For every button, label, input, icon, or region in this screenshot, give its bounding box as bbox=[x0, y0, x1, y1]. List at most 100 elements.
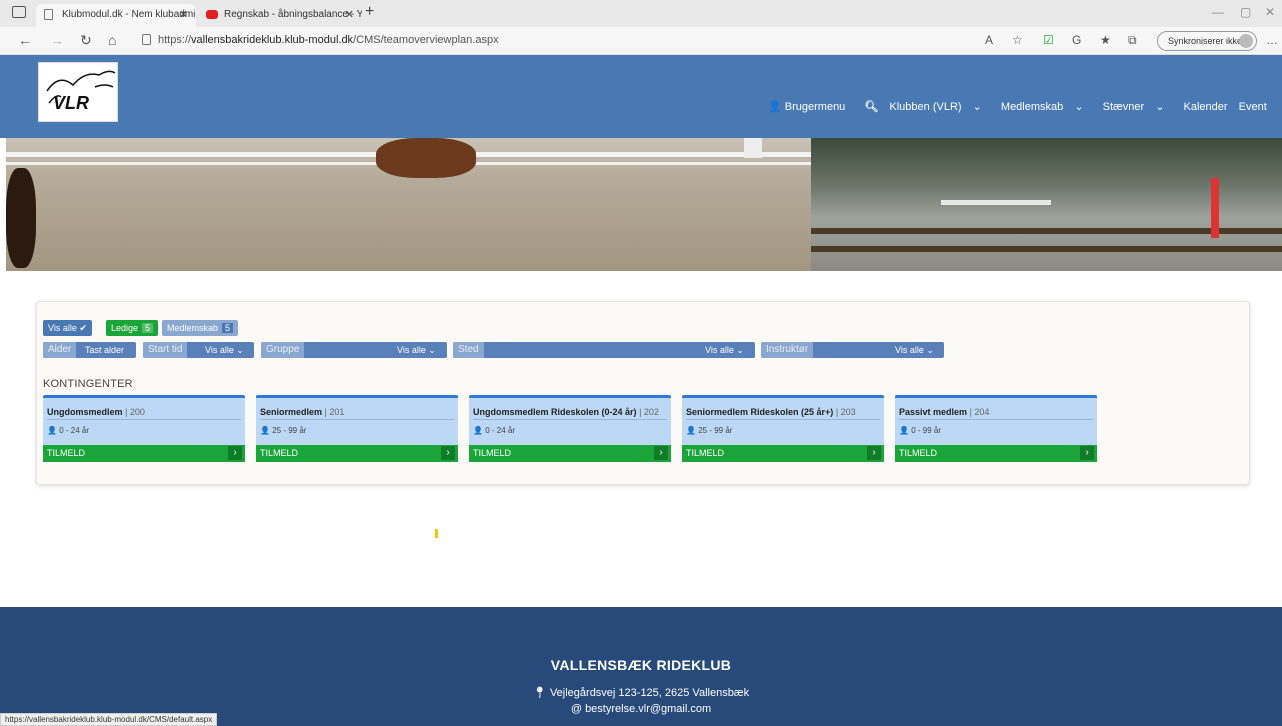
club-logo[interactable]: VLR bbox=[38, 62, 118, 122]
youtube-icon bbox=[206, 10, 218, 19]
start-tid-filter[interactable]: Start tid Vis alle ⌄ bbox=[143, 342, 254, 358]
card-title: Ungdomsmedlem bbox=[47, 407, 123, 417]
person-icon: 👤 bbox=[260, 426, 270, 435]
page-icon bbox=[44, 9, 53, 20]
chevron-down-icon: ⌄ bbox=[236, 345, 244, 355]
person-icon: 👤 bbox=[47, 426, 57, 435]
card-title: Ungdomsmedlem Rideskolen (0-24 år) bbox=[473, 407, 637, 417]
sync-button[interactable]: Synkroniserer ikke bbox=[1157, 31, 1257, 51]
ledige-button[interactable]: Ledige 5 bbox=[106, 320, 159, 336]
nav-kalender[interactable]: Kalender bbox=[1184, 101, 1228, 113]
tilmeld-button[interactable]: TILMELD › bbox=[469, 445, 671, 462]
jump-pole bbox=[941, 200, 1051, 205]
chevron-right-icon: › bbox=[867, 446, 881, 460]
tilmeld-button[interactable]: TILMELD › bbox=[43, 445, 245, 462]
refresh-icon[interactable]: ↻ bbox=[80, 32, 92, 49]
text-cursor bbox=[435, 529, 438, 538]
chevron-down-icon: ⌄ bbox=[972, 101, 982, 113]
person-icon: 👤 bbox=[473, 426, 483, 435]
medlemskab-button[interactable]: Medlemskab 5 bbox=[162, 320, 239, 336]
card-title: Seniormedlem Rideskolen (25 år+) bbox=[686, 407, 834, 417]
chevron-right-icon: › bbox=[441, 446, 455, 460]
person-icon: 👤 bbox=[686, 426, 696, 435]
new-tab-icon[interactable]: + bbox=[365, 3, 374, 21]
forward-icon[interactable]: → bbox=[50, 32, 64, 48]
tab-bar: Klubmodul.dk - Nem klubadmin ✕ Regnskab … bbox=[0, 0, 1282, 27]
search-icon[interactable]: 🔍︎ bbox=[864, 101, 878, 113]
nav-klubben[interactable]: Klubben (VLR) ⌄ bbox=[889, 101, 989, 113]
collections-icon[interactable]: ⧉ bbox=[1128, 33, 1137, 48]
tilmeld-button[interactable]: TILMELD › bbox=[256, 445, 458, 462]
hero-image-jumping bbox=[811, 138, 1282, 271]
close-icon[interactable]: ✕ bbox=[179, 8, 188, 21]
chevron-down-icon: ⌄ bbox=[926, 345, 934, 355]
tab-actions-icon[interactable] bbox=[12, 6, 26, 18]
tilmeld-button[interactable]: TILMELD › bbox=[682, 445, 884, 462]
tilmeld-button[interactable]: TILMELD › bbox=[895, 445, 1097, 462]
location-pin-icon: 📍︎ bbox=[532, 687, 547, 699]
browser-chrome: Klubmodul.dk - Nem klubadmin ✕ Regnskab … bbox=[0, 0, 1282, 55]
extension-icon[interactable]: G bbox=[1072, 33, 1081, 47]
count-badge: 5 bbox=[222, 323, 234, 333]
restore-icon[interactable]: ▢ bbox=[1240, 5, 1251, 19]
alder-input[interactable]: Tast alder bbox=[85, 345, 124, 355]
tab-klubmodul[interactable]: Klubmodul.dk - Nem klubadmin ✕ bbox=[36, 4, 196, 27]
chevron-right-icon: › bbox=[1080, 446, 1094, 460]
site-header bbox=[0, 55, 1282, 138]
status-bar-url: https://vallensbakrideklub.klub-modul.dk… bbox=[0, 713, 218, 726]
chevron-down-icon: ⌄ bbox=[1074, 101, 1084, 113]
browser-toolbar: ← → ↻ ⌂ https://vallensbakrideklub.klub-… bbox=[0, 27, 1282, 55]
nav-brugermenu[interactable]: 👤 Brugermenu bbox=[768, 101, 853, 113]
card-title: Seniormedlem bbox=[260, 407, 323, 417]
nav-event[interactable]: Event bbox=[1239, 101, 1267, 113]
chevron-down-icon: ⌄ bbox=[736, 345, 744, 355]
main-navigation: 👤 Brugermenu 🔍︎ Klubben (VLR) ⌄ Medlemsk… bbox=[768, 100, 1275, 113]
read-aloud-icon[interactable]: A bbox=[985, 33, 993, 47]
membership-card: Ungdomsmedlem Rideskolen (0-24 år) | 202… bbox=[469, 395, 671, 462]
tab-regnskab[interactable]: Regnskab - åbningsbalance - Yo ✕ bbox=[198, 4, 362, 27]
letter-marker bbox=[744, 138, 762, 158]
close-window-icon[interactable]: ✕ bbox=[1265, 5, 1275, 19]
wooden-fence bbox=[811, 246, 1282, 252]
club-email[interactable]: bestyrelse.vlr@gmail.com bbox=[585, 703, 711, 715]
horse-body bbox=[376, 138, 476, 178]
address-bar[interactable]: https://vallensbakrideklub.klub-modul.dk… bbox=[140, 30, 960, 52]
instruktor-filter[interactable]: Instruktør Vis alle ⌄ bbox=[761, 342, 944, 358]
chevron-right-icon: › bbox=[228, 446, 242, 460]
jump-stand bbox=[1211, 178, 1219, 238]
tab-title: Regnskab - åbningsbalance - Yo bbox=[224, 9, 362, 20]
club-name: VALLENSBÆK RIDEKLUB bbox=[550, 657, 732, 673]
logo-text: VLR bbox=[53, 93, 89, 113]
section-title: KONTINGENTER bbox=[43, 378, 133, 390]
gruppe-filter[interactable]: Gruppe Vis alle ⌄ bbox=[261, 342, 447, 358]
hero-image-arena bbox=[6, 138, 811, 271]
back-icon[interactable]: ← bbox=[18, 32, 32, 48]
extension-check-icon[interactable]: ☑ bbox=[1043, 33, 1054, 47]
home-icon[interactable]: ⌂ bbox=[108, 32, 116, 48]
vis-alle-button[interactable]: Vis alle ✔ bbox=[43, 320, 92, 336]
minimize-icon[interactable]: — bbox=[1212, 5, 1224, 19]
person-icon: 👤 bbox=[899, 426, 909, 435]
chevron-down-icon: ⌄ bbox=[428, 345, 436, 355]
card-title: Passivt medlem bbox=[899, 407, 968, 417]
chevron-right-icon: › bbox=[654, 446, 668, 460]
favorite-star-icon[interactable]: ☆ bbox=[1012, 33, 1023, 47]
nav-staevner[interactable]: Stævner ⌄ bbox=[1103, 101, 1173, 113]
lock-icon bbox=[142, 34, 151, 45]
alder-filter[interactable]: Alder Tast alder bbox=[43, 342, 136, 358]
tab-title: Klubmodul.dk - Nem klubadmin bbox=[62, 9, 196, 20]
close-icon[interactable]: ✕ bbox=[345, 8, 354, 21]
club-address: Vejlegårdsvej 123-125, 2625 Vallensbæk bbox=[549, 687, 750, 699]
more-icon[interactable]: … bbox=[1266, 33, 1278, 47]
membership-card: Seniormedlem | 201 👤 25 - 99 år TILMELD › bbox=[256, 395, 458, 462]
favorites-icon[interactable]: ★ bbox=[1100, 33, 1111, 47]
nav-medlemskab[interactable]: Medlemskab ⌄ bbox=[1001, 101, 1092, 113]
horse-head bbox=[6, 168, 36, 268]
site-footer: VALLENSBÆK RIDEKLUB 📍︎ Vejlegårdsvej 123… bbox=[0, 607, 1282, 726]
count-badge: 5 bbox=[142, 323, 154, 333]
membership-card: Ungdomsmedlem | 200 👤 0 - 24 år TILMELD › bbox=[43, 395, 245, 462]
sted-filter[interactable]: Sted Vis alle ⌄ bbox=[453, 342, 755, 358]
membership-card: Seniormedlem Rideskolen (25 år+) | 203 👤… bbox=[682, 395, 884, 462]
membership-card: Passivt medlem | 204 👤 0 - 99 år TILMELD… bbox=[895, 395, 1097, 462]
check-icon: ✔ bbox=[79, 323, 87, 333]
